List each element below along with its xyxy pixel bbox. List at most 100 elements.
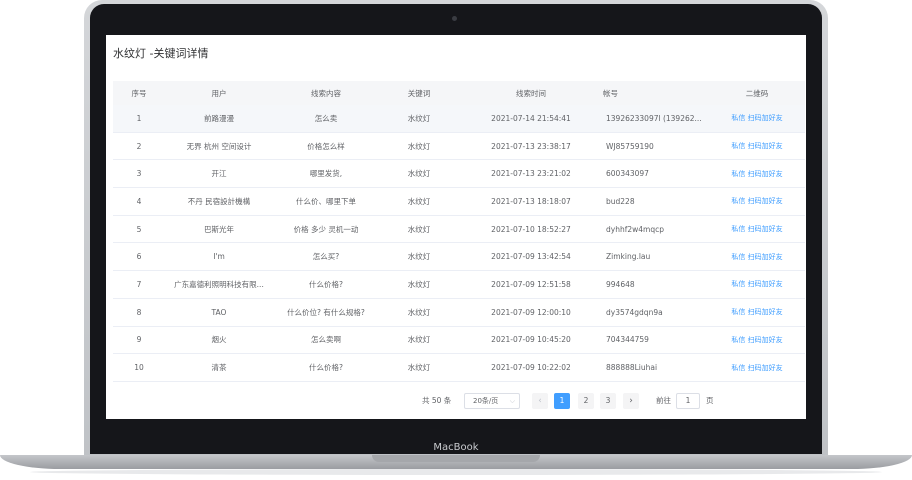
- cell-time: 2021-07-09 10:45:20: [491, 335, 571, 345]
- cell-user: 烟火: [211, 335, 227, 345]
- prev-page-button[interactable]: ‹: [532, 393, 548, 409]
- cell-user: 无界 杭州 空间设计: [186, 141, 252, 151]
- cell-account: dy3574gdqn9a: [606, 307, 663, 317]
- goto-page-input[interactable]: 1: [676, 393, 700, 409]
- cell-account: bud228: [606, 196, 635, 206]
- cell-content: 价格 多少 灵机一动: [293, 224, 359, 234]
- cell-keyword: 水纹灯: [407, 335, 431, 345]
- cell-no: 10: [134, 363, 144, 373]
- table-row: 1 前路漫漫 怎么卖 水纹灯 2021-07-14 21:54:41 1392623309…: [113, 105, 805, 133]
- chevron-down-icon: ⌵: [509, 397, 515, 405]
- leads-table: 序号 用户 线索内容 关键词 线索时间 帐号 二维码 1 前路漫漫 怎么卖 水纹灯 20…: [113, 81, 805, 382]
- cell-content: 怎么买?: [312, 252, 340, 262]
- cell-no: 5: [136, 224, 142, 234]
- laptop-shadow: [30, 469, 882, 475]
- page-3-button[interactable]: 3: [600, 393, 616, 409]
- cell-user: 广东嘉德利照明科技有限...: [174, 279, 264, 289]
- device-brand: MacBook: [433, 442, 479, 453]
- cell-no: 7: [136, 279, 142, 289]
- cell-time: 2021-07-10 18:52:27: [491, 224, 571, 234]
- cell-user: 巴斯光年: [204, 224, 234, 234]
- table-header: 序号 用户 线索内容 关键词 线索时间 帐号 二维码: [113, 81, 805, 105]
- cell-no: 3: [136, 169, 142, 179]
- goto-unit-label: 页: [706, 396, 714, 405]
- cell-keyword: 水纹灯: [407, 279, 431, 289]
- table-row: 8 TAO 什么价位? 有什么规格? 水纹灯 2021-07-09 12:00:10 dy…: [113, 299, 805, 327]
- camera-dot: [452, 16, 457, 21]
- qr-link[interactable]: 私信 扫码加好友: [731, 142, 782, 150]
- qr-link[interactable]: 私信 扫码加好友: [731, 114, 782, 122]
- header-keyword: 关键词: [407, 88, 431, 98]
- cell-no: 9: [136, 335, 142, 345]
- content-panel: 水纹灯 -关键词详情 序号 用户 线索内容 关键词 线索时间 帐号 二维码 1前…: [106, 35, 806, 419]
- cell-user: TAO: [211, 307, 227, 317]
- qr-link[interactable]: 私信 扫码加好友: [731, 308, 782, 316]
- page-1-button[interactable]: 1: [554, 393, 570, 409]
- qr-link[interactable]: 私信 扫码加好友: [731, 170, 782, 178]
- header-time: 线索时间: [516, 88, 546, 98]
- table-row: 9 烟火 怎么卖啊 水纹灯 2021-07-09 10:45:20 704344759 私信…: [113, 327, 805, 355]
- laptop-mockup: MacBook 水纹灯 -关键词详情 序号 用户 线索内容 关键词 线索时间 帐…: [0, 0, 912, 480]
- qr-link[interactable]: 私信 扫码加好友: [731, 280, 782, 288]
- cell-time: 2021-07-09 12:51:58: [491, 279, 571, 289]
- cell-keyword: 水纹灯: [407, 363, 431, 373]
- cell-qr: 私信 扫码加好友: [709, 335, 805, 345]
- cell-qr: 私信 扫码加好友: [709, 196, 805, 206]
- qr-link[interactable]: 私信 扫码加好友: [731, 225, 782, 233]
- cell-keyword: 水纹灯: [407, 252, 431, 262]
- qr-link[interactable]: 私信 扫码加好友: [731, 253, 782, 261]
- cell-qr: 私信 扫码加好友: [709, 169, 805, 179]
- table-row: 7 广东嘉德利照明科技有限... 什么价格? 水纹灯 2021-07-09 12:51:…: [113, 271, 805, 299]
- page-size-select[interactable]: 20条/页 ⌵: [464, 393, 520, 409]
- cell-content: 什么价格?: [309, 363, 343, 373]
- cell-account: 888888Liuhai: [606, 363, 658, 373]
- cell-user: 开江: [211, 169, 227, 179]
- cell-time: 2021-07-09 10:22:02: [491, 363, 571, 373]
- cell-content: 什么价位? 有什么规格?: [287, 307, 365, 317]
- cell-user: 清茶: [211, 363, 227, 373]
- cell-content: 怎么卖啊: [311, 335, 341, 345]
- qr-link[interactable]: 私信 扫码加好友: [731, 336, 782, 344]
- cell-content: 哪里发货,: [309, 169, 343, 179]
- cell-keyword: 水纹灯: [407, 113, 431, 123]
- cell-account: 704344759: [606, 335, 649, 345]
- cell-time: 2021-07-13 23:38:17: [491, 141, 571, 151]
- laptop-notch: [372, 455, 540, 462]
- cell-keyword: 水纹灯: [407, 196, 431, 206]
- cell-content: 什么价、哪里下单: [296, 196, 356, 206]
- cell-qr: 私信 扫码加好友: [709, 252, 805, 262]
- table-row: 3 开江 哪里发货, 水纹灯 2021-07-13 23:21:02 600343097 私…: [113, 160, 805, 189]
- pagination-total: 共 50 条: [422, 396, 452, 405]
- cell-account: Zimking.lau: [606, 252, 651, 262]
- table-row: 5 巴斯光年 价格 多少 灵机一动 水纹灯 2021-07-10 18:52:27 dyh…: [113, 216, 805, 244]
- next-page-button[interactable]: ›: [623, 393, 639, 409]
- cell-content: 怎么卖: [314, 113, 338, 123]
- cell-no: 1: [136, 113, 142, 123]
- cell-qr: 私信 扫码加好友: [709, 141, 805, 151]
- cell-no: 8: [136, 307, 142, 317]
- header-no: 序号: [131, 88, 147, 98]
- cell-time: 2021-07-09 13:42:54: [491, 252, 571, 262]
- cell-content: 什么价格?: [309, 279, 343, 289]
- cell-no: 4: [136, 196, 142, 206]
- qr-link[interactable]: 私信 扫码加好友: [731, 197, 782, 205]
- cell-keyword: 水纹灯: [407, 169, 431, 179]
- cell-qr: 私信 扫码加好友: [709, 363, 805, 373]
- cell-account: 13926233097l (139262...: [606, 113, 702, 123]
- cell-qr: 私信 扫码加好友: [709, 279, 805, 289]
- table-row: 4 不丹 民宿設計機構 什么价、哪里下单 水纹灯 2021-07-13 18:18:07…: [113, 188, 805, 216]
- goto-label: 前往: [656, 396, 671, 405]
- cell-account: WJ85759190: [606, 141, 654, 151]
- cell-time: 2021-07-13 23:21:02: [491, 169, 571, 179]
- cell-no: 6: [136, 252, 142, 262]
- cell-content: 价格怎么样: [307, 141, 345, 151]
- table-body: 1 前路漫漫 怎么卖 水纹灯 2021-07-14 21:54:41 1392623309…: [113, 105, 805, 382]
- cell-qr: 私信 扫码加好友: [709, 224, 805, 234]
- cell-user: I'm: [213, 252, 225, 262]
- page-2-button[interactable]: 2: [578, 393, 594, 409]
- header-content: 线索内容: [311, 88, 341, 98]
- cell-account: 994648: [606, 279, 635, 289]
- qr-link[interactable]: 私信 扫码加好友: [731, 364, 782, 372]
- header-user: 用户: [211, 88, 227, 98]
- cell-account: dyhhf2w4mqcp: [606, 224, 664, 234]
